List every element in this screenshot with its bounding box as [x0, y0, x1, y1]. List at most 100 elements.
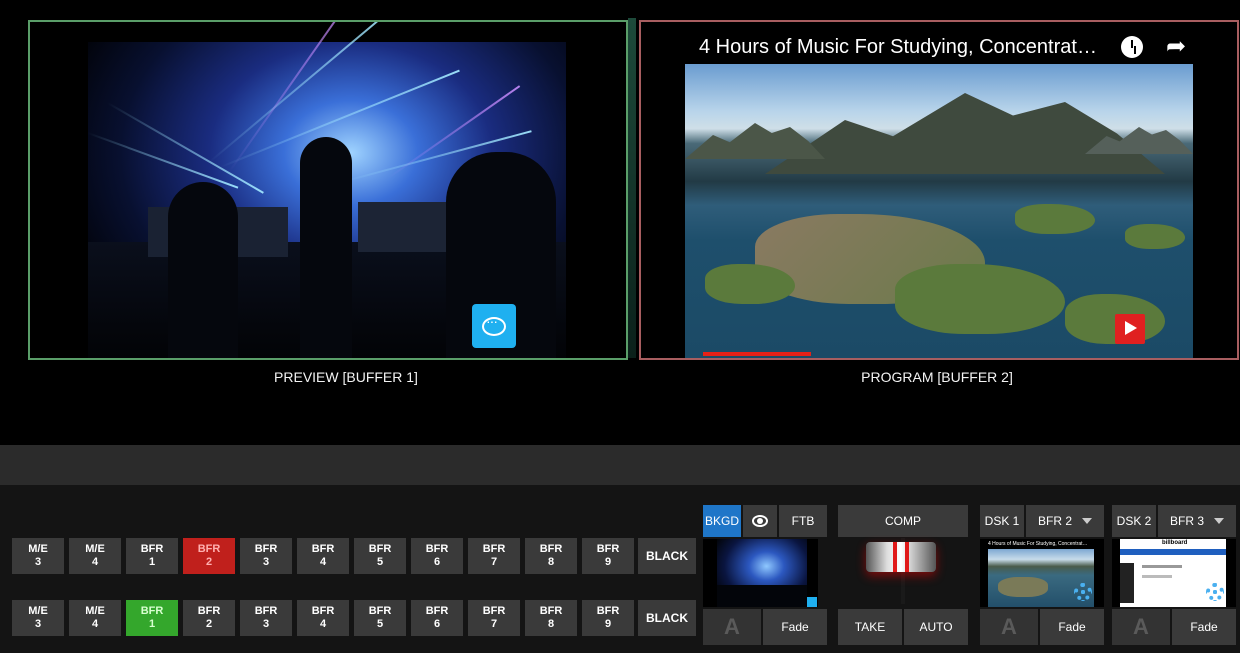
dsk1-fade-button[interactable]: Fade — [1040, 609, 1104, 645]
auto-button[interactable]: AUTO — [904, 609, 968, 645]
program-bus-button-bfr-1[interactable]: BFR 1 — [126, 538, 178, 574]
dsk1-source-label: BFR 2 — [1037, 514, 1072, 528]
bus-button-label: BFR — [539, 605, 563, 617]
bus-button-number: 7 — [490, 556, 498, 568]
preview-bus-button-me-4[interactable]: M/E 4 — [69, 600, 121, 636]
preview-bus-button-bfr-9[interactable]: BFR 9 — [582, 600, 634, 636]
bus-button-number: 4 — [319, 618, 327, 630]
dsk2-gear-icon[interactable] — [1206, 583, 1224, 601]
bus-button-number: 3 — [34, 618, 42, 630]
preview-video — [87, 22, 566, 358]
monitor-divider — [628, 18, 636, 358]
preview-bus-button-black[interactable]: BLACK — [638, 600, 696, 636]
program-bus-button-bfr-4[interactable]: BFR 4 — [297, 538, 349, 574]
bus-button-label: BFR — [311, 543, 335, 555]
program-bus-button-bfr-2[interactable]: BFR 2 — [183, 538, 235, 574]
dsk1-a-tile[interactable]: A — [980, 609, 1038, 645]
bkgd-button[interactable]: BKGD — [703, 505, 741, 537]
program-label: PROGRAM [BUFFER 2] — [861, 369, 1013, 385]
bus-button-label: BFR — [482, 543, 506, 555]
comp-button[interactable]: COMP — [838, 505, 968, 537]
bus-button-number: 5 — [376, 556, 384, 568]
preview-bus-button-bfr-4[interactable]: BFR 4 — [297, 600, 349, 636]
program-bus-button-bfr-9[interactable]: BFR 9 — [582, 538, 634, 574]
bus-button-label: BFR — [197, 605, 221, 617]
bus-button-label: BFR — [254, 605, 278, 617]
bus-button-label: BFR — [368, 543, 392, 555]
bus-button-number: 5 — [376, 618, 384, 630]
dsk1-gear-icon[interactable] — [1074, 583, 1092, 601]
program-video — [685, 64, 1193, 358]
chevron-down-icon — [1082, 518, 1092, 524]
info-bar — [0, 445, 1240, 485]
bus-button-number: 3 — [34, 556, 42, 568]
preview-bus-button-bfr-1[interactable]: BFR 1 — [126, 600, 178, 636]
bus-button-number: 8 — [547, 556, 555, 568]
bus-button-label: BFR — [482, 605, 506, 617]
preview-bus-button-bfr-8[interactable]: BFR 8 — [525, 600, 577, 636]
dsk1-thumbnail[interactable]: 4 Hours of Music For Studying, Concentra… — [980, 539, 1104, 607]
preview-bus-button-bfr-5[interactable]: BFR 5 — [354, 600, 406, 636]
bus-button-label: BFR — [311, 605, 335, 617]
bus-button-label: M/E — [85, 605, 105, 617]
watch-later-icon — [1121, 36, 1143, 58]
bus-button-label: BFR — [425, 543, 449, 555]
dsk2-button[interactable]: DSK 2 — [1112, 505, 1156, 537]
bus-button-number: 9 — [604, 556, 612, 568]
bus-button-label: BFR — [596, 543, 620, 555]
bus-button-label: M/E — [85, 543, 105, 555]
dsk2-thumbnail[interactable]: billboard — [1112, 539, 1236, 607]
bus-button-label: BFR — [140, 605, 164, 617]
program-bus-button-bfr-8[interactable]: BFR 8 — [525, 538, 577, 574]
bus-button-number: 8 — [547, 618, 555, 630]
dsk1-source-select[interactable]: BFR 2 — [1026, 505, 1104, 537]
eye-button[interactable] — [743, 505, 777, 537]
preview-bus-button-me-3[interactable]: M/E 3 — [12, 600, 64, 636]
bkgd-a-tile[interactable]: A — [703, 609, 761, 645]
program-monitor[interactable]: 4 Hours of Music For Studying, Concentra… — [639, 20, 1239, 360]
program-video-title: 4 Hours of Music For Studying, Concentra… — [699, 36, 1097, 58]
monitor-area: 4 Hours of Music For Studying, Concentra… — [0, 0, 1240, 445]
chevron-down-icon — [1214, 518, 1224, 524]
program-bus-button-bfr-5[interactable]: BFR 5 — [354, 538, 406, 574]
bus-button-label: BLACK — [646, 610, 688, 625]
preview-bus-button-bfr-7[interactable]: BFR 7 — [468, 600, 520, 636]
program-bus-button-bfr-3[interactable]: BFR 3 — [240, 538, 292, 574]
bus-button-label: BFR — [368, 605, 392, 617]
bus-button-label: BFR — [254, 543, 278, 555]
bus-button-label: BFR — [539, 543, 563, 555]
dsk2-fade-button[interactable]: Fade — [1172, 609, 1236, 645]
bus-button-label: BFR — [425, 605, 449, 617]
program-bus-button-bfr-7[interactable]: BFR 7 — [468, 538, 520, 574]
preview-monitor[interactable] — [28, 20, 628, 360]
share-icon: ➦ — [1166, 33, 1187, 60]
program-bus-button-me-3[interactable]: M/E 3 — [12, 538, 64, 574]
chat-icon[interactable] — [472, 304, 516, 348]
program-bus-button-bfr-6[interactable]: BFR 6 — [411, 538, 463, 574]
bus-button-label: BFR — [197, 543, 221, 555]
program-bus-button-me-4[interactable]: M/E 4 — [69, 538, 121, 574]
preview-bus-button-bfr-3[interactable]: BFR 3 — [240, 600, 292, 636]
bus-button-number: 4 — [319, 556, 327, 568]
bkgd-fade-button[interactable]: Fade — [763, 609, 827, 645]
dsk2-thumb-title: billboard — [1162, 540, 1188, 546]
preview-label: PREVIEW [BUFFER 1] — [274, 369, 418, 385]
dsk2-source-select[interactable]: BFR 3 — [1158, 505, 1236, 537]
dsk2-a-tile[interactable]: A — [1112, 609, 1170, 645]
bus-button-number: 1 — [148, 618, 156, 630]
program-bus-button-black[interactable]: BLACK — [638, 538, 696, 574]
bus-button-number: 3 — [262, 618, 270, 630]
bus-button-number: 6 — [433, 618, 441, 630]
bkgd-thumbnail[interactable] — [703, 539, 818, 607]
take-button[interactable]: TAKE — [838, 609, 902, 645]
ftb-button[interactable]: FTB — [779, 505, 827, 537]
dsk1-button[interactable]: DSK 1 — [980, 505, 1024, 537]
bus-button-label: BFR — [140, 543, 164, 555]
bus-button-number: 1 — [148, 556, 156, 568]
preview-bus-button-bfr-6[interactable]: BFR 6 — [411, 600, 463, 636]
bus-button-number: 3 — [262, 556, 270, 568]
bus-button-number: 2 — [205, 618, 213, 630]
bus-button-number: 7 — [490, 618, 498, 630]
preview-bus-button-bfr-2[interactable]: BFR 2 — [183, 600, 235, 636]
tbar-handle[interactable] — [866, 542, 936, 572]
